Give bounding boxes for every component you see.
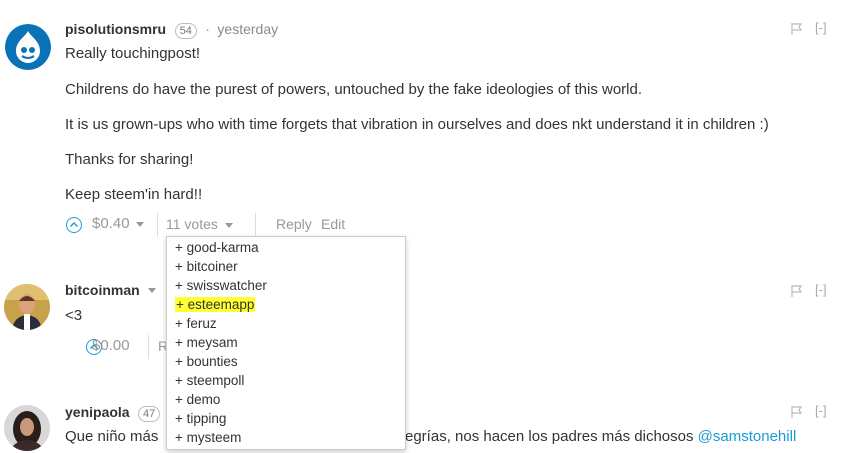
comment-paragraph: It is us grown-ups who with time forgets… bbox=[65, 116, 769, 133]
votes-count: 11 votes bbox=[166, 216, 218, 232]
voter-item[interactable]: + tipping bbox=[175, 411, 226, 427]
voter-item[interactable]: + meysam bbox=[175, 335, 238, 351]
voter-item[interactable]: + mysteem bbox=[175, 430, 241, 446]
chevron-up-icon bbox=[70, 222, 78, 227]
caret-down-icon bbox=[135, 221, 144, 227]
avatar[interactable] bbox=[4, 284, 50, 330]
comment-paragraph: Really touchingpost! bbox=[65, 45, 201, 62]
comment-author[interactable]: yenipaola bbox=[65, 404, 130, 420]
divider bbox=[255, 213, 256, 237]
comment-body: <3 bbox=[65, 307, 83, 324]
payout-amount[interactable]: $0.40 bbox=[92, 215, 144, 232]
divider bbox=[148, 335, 149, 359]
voter-item[interactable]: + bitcoiner bbox=[175, 259, 238, 275]
comment-paragraph: Childrens do have the purest of powers, … bbox=[65, 81, 643, 98]
comment-header: yenipaola 47 bbox=[65, 403, 161, 422]
voter-item[interactable]: + steempoll bbox=[175, 373, 244, 389]
avatar[interactable] bbox=[5, 24, 51, 70]
payout-amount[interactable]: $0.00 bbox=[92, 337, 130, 354]
collapse-toggle[interactable]: [-] bbox=[815, 20, 827, 35]
voter-item[interactable]: + feruz bbox=[175, 316, 217, 332]
user-mention-link[interactable]: @samstonehill bbox=[698, 428, 797, 445]
reputation-badge: 54 bbox=[174, 23, 197, 39]
comment-header: bitcoinman bbox=[65, 281, 157, 300]
voter-item[interactable]: + good-karma bbox=[175, 240, 259, 256]
votes-dropdown-toggle[interactable]: 11 votes bbox=[166, 216, 233, 232]
caret-down-icon bbox=[224, 222, 233, 228]
comment-header: pisolutionsmru 54 · yesterday bbox=[65, 20, 278, 39]
avatar[interactable] bbox=[4, 405, 50, 451]
reputation-badge: 47 bbox=[138, 406, 161, 422]
comment-body-start: Que niño más bbox=[65, 428, 159, 445]
caret-down-icon[interactable] bbox=[148, 288, 157, 294]
edit-link[interactable]: Edit bbox=[321, 216, 345, 232]
voter-item[interactable]: + bounties bbox=[175, 354, 238, 370]
upvote-button[interactable] bbox=[66, 217, 82, 233]
collapse-toggle[interactable]: [-] bbox=[815, 282, 827, 297]
flag-icon[interactable] bbox=[791, 23, 803, 35]
comment-paragraph: Thanks for sharing! bbox=[65, 151, 194, 168]
comment-body-end: egrías, nos hacen los padres más dichoso… bbox=[405, 428, 796, 445]
comment-author[interactable]: pisolutionsmru bbox=[65, 21, 166, 37]
reply-link[interactable]: Reply bbox=[276, 216, 312, 232]
voter-item-highlighted[interactable]: + esteemapp bbox=[175, 297, 256, 313]
comment-author[interactable]: bitcoinman bbox=[65, 282, 140, 298]
voter-item[interactable]: + swisswatcher bbox=[175, 278, 267, 294]
voters-dropdown: + good-karma + bitcoiner + swisswatcher … bbox=[166, 236, 406, 450]
payout-value: $0.40 bbox=[92, 215, 130, 232]
flag-icon[interactable] bbox=[791, 406, 803, 418]
comment-paragraph: Keep steem'in hard!! bbox=[65, 186, 203, 203]
divider bbox=[157, 213, 158, 237]
collapse-toggle[interactable]: [-] bbox=[815, 403, 827, 418]
separator-dot: · bbox=[205, 21, 210, 37]
flag-icon[interactable] bbox=[791, 285, 803, 297]
comment-body-text: egrías, nos hacen los padres más dichoso… bbox=[405, 428, 694, 445]
voter-item[interactable]: + demo bbox=[175, 392, 220, 408]
comment-time[interactable]: yesterday bbox=[217, 21, 278, 37]
